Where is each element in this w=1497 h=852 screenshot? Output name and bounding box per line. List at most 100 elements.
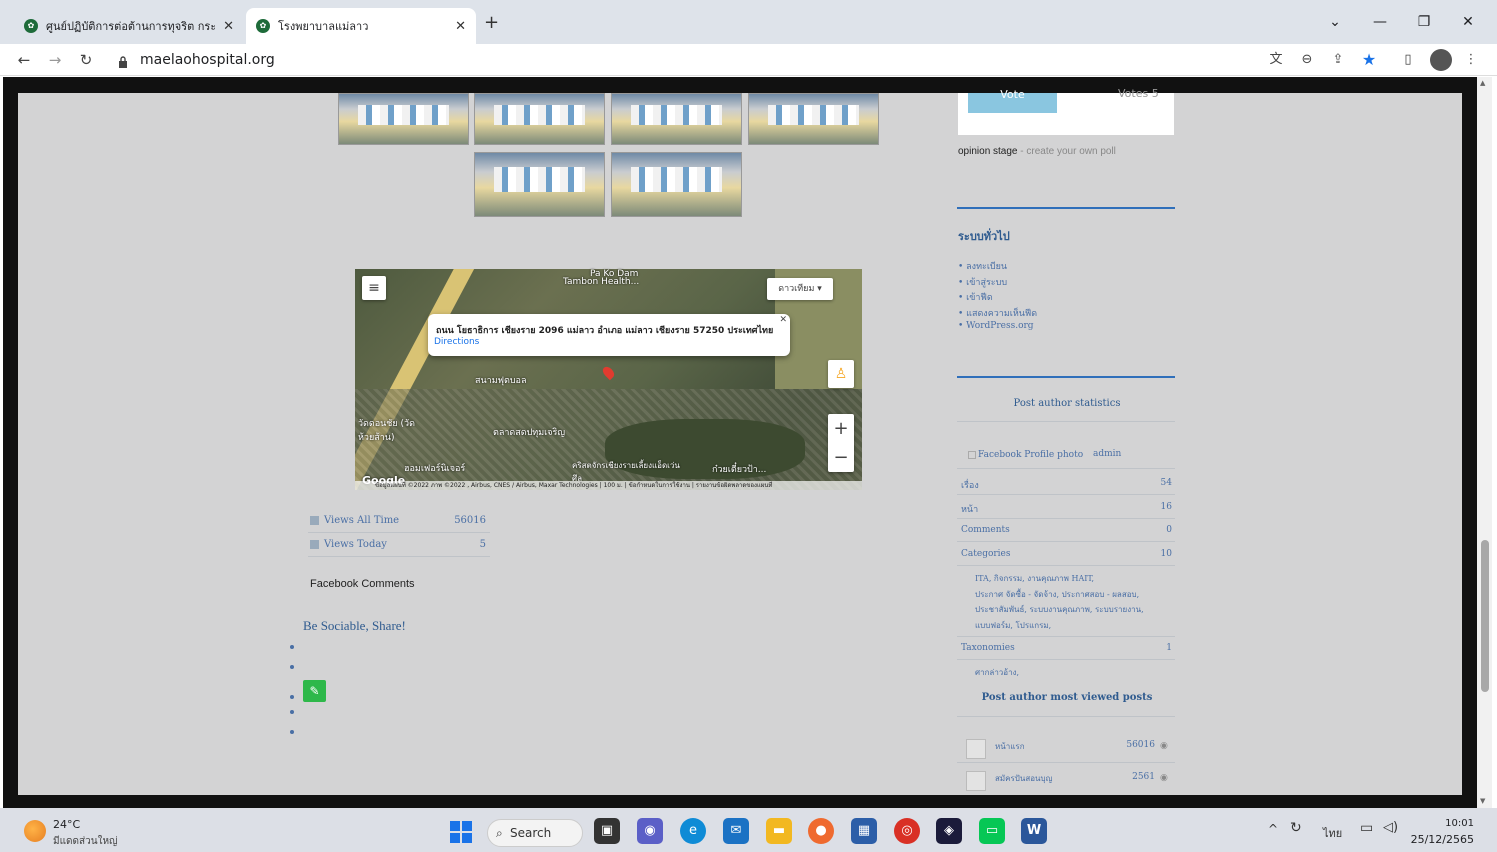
categories-line[interactable]: ประชาสัมพันธ์, ระบบงานคุณภาพ, ระบบรายงาน… bbox=[975, 603, 1175, 619]
line-app-icon[interactable]: ▭ bbox=[979, 818, 1005, 844]
map-zoom-control: + − bbox=[828, 414, 854, 472]
link-label: WordPress.org bbox=[966, 321, 1034, 331]
author-name-link[interactable]: admin bbox=[1093, 449, 1121, 459]
map-label: ฮอมเฟอร์นิเจอร์ bbox=[404, 464, 466, 474]
taxonomies-label: Taxonomies bbox=[961, 643, 1015, 653]
gallery-photo[interactable] bbox=[611, 152, 742, 217]
restore-icon[interactable]: ❐ bbox=[1402, 8, 1446, 36]
chrome-icon[interactable]: ◎ bbox=[894, 818, 920, 844]
scrollbar-track[interactable]: ▲ ▼ bbox=[1477, 77, 1492, 808]
categories-line[interactable]: ITA, กิจกรรม, งานคุณภาพ HAIT, bbox=[975, 572, 1175, 588]
opinion-stage-credit[interactable]: opinion stage - create your own poll bbox=[958, 146, 1116, 157]
tab-search-chevron-down-icon[interactable]: ⌄ bbox=[1313, 8, 1357, 36]
weather-sun-icon[interactable] bbox=[24, 820, 46, 842]
most-viewed-post-views: 2561 bbox=[1132, 772, 1155, 782]
tab-close-icon[interactable]: ✕ bbox=[223, 19, 234, 34]
weather-desc[interactable]: มีแดดส่วนใหญ่ bbox=[53, 834, 118, 849]
general-link-login[interactable]: • เข้าสู่ระบบ bbox=[958, 275, 1037, 291]
translate-icon[interactable]: 文 bbox=[1265, 49, 1287, 71]
categories-line[interactable]: ประกาศ จัดซื้อ - จัดจ้าง, ประกาศสอบ - ผล… bbox=[975, 588, 1175, 604]
share-icon[interactable]: ⇪ bbox=[1327, 49, 1349, 71]
popup-close-icon[interactable]: ✕ bbox=[779, 315, 787, 325]
input-language[interactable]: ไทย bbox=[1323, 824, 1342, 842]
scroll-up-arrow-icon[interactable]: ▲ bbox=[1480, 79, 1485, 87]
teams-chat-icon[interactable]: ◉ bbox=[637, 818, 663, 844]
stat-label: Comments bbox=[961, 525, 1010, 535]
stat-label: Categories bbox=[961, 549, 1011, 559]
minimize-icon[interactable]: — bbox=[1358, 8, 1402, 36]
scroll-down-arrow-icon[interactable]: ▼ bbox=[1480, 797, 1485, 805]
close-window-icon[interactable]: ✕ bbox=[1446, 8, 1490, 36]
categories-list: ITA, กิจกรรม, งานคุณภาพ HAIT, ประกาศ จัด… bbox=[975, 572, 1175, 634]
general-link-register[interactable]: • ลงทะเบียน bbox=[958, 259, 1037, 275]
side-panel-icon[interactable]: ▯ bbox=[1397, 49, 1419, 71]
clock-time[interactable]: 10:01 bbox=[1410, 818, 1474, 829]
divider bbox=[957, 636, 1175, 637]
back-icon[interactable]: ← bbox=[12, 48, 36, 72]
new-tab-button[interactable]: + bbox=[484, 12, 499, 33]
tab-close-icon[interactable]: ✕ bbox=[455, 19, 466, 34]
most-viewed-post-title[interactable]: หน้าแรก bbox=[995, 740, 1025, 753]
weather-temp[interactable]: 24°C bbox=[53, 818, 80, 831]
forward-icon[interactable]: → bbox=[43, 48, 67, 72]
word-icon[interactable]: W bbox=[1021, 818, 1047, 844]
categories-line[interactable]: แบบฟอร์ม, โปรแกรม, bbox=[975, 619, 1175, 635]
gallery-photo[interactable] bbox=[748, 93, 879, 145]
divider bbox=[308, 556, 490, 557]
share-list-bullet bbox=[290, 730, 294, 734]
profile-avatar[interactable] bbox=[1430, 49, 1452, 71]
zoom-in-icon[interactable]: + bbox=[828, 414, 854, 443]
volume-icon[interactable]: ◁) bbox=[1383, 820, 1398, 835]
popup-address: ถนน โยธาธิการ เชียงราย 2096 แม่ลาว อำเภอ… bbox=[436, 326, 774, 336]
stat-value: 10 bbox=[1160, 549, 1172, 559]
taxonomies-terms[interactable]: ศากล่าวอ้าง, bbox=[975, 666, 1019, 679]
gallery-photo[interactable] bbox=[611, 93, 742, 145]
most-viewed-post-title[interactable]: สมัครปันสอนบุญ bbox=[995, 772, 1052, 785]
site-favicon-icon: ✿ bbox=[24, 19, 38, 33]
vote-button[interactable]: Vote bbox=[968, 89, 1057, 113]
map-menu-icon[interactable]: ≡ bbox=[362, 276, 386, 300]
directions-link[interactable]: Directions bbox=[434, 337, 479, 347]
teams-icon[interactable]: ◈ bbox=[936, 818, 962, 844]
bookmark-star-icon[interactable]: ★ bbox=[1358, 49, 1380, 71]
sync-icon[interactable]: ↻ bbox=[1290, 820, 1302, 836]
general-link-feed[interactable]: • เข้าฟีด bbox=[958, 290, 1037, 306]
gallery-photo[interactable] bbox=[474, 152, 605, 217]
most-viewed-post-views: 56016 bbox=[1126, 740, 1155, 750]
store-icon[interactable]: ▦ bbox=[851, 818, 877, 844]
pin-share-icon[interactable]: ✎ bbox=[303, 680, 326, 702]
map-attribution[interactable]: ข้อมูลแผนที่ ©2022 ภาพ ©2022 , Airbus, C… bbox=[355, 481, 862, 490]
file-explorer-icon[interactable]: ▬ bbox=[766, 818, 792, 844]
scrollbar-thumb[interactable] bbox=[1481, 540, 1489, 692]
clock-date[interactable]: 25/12/2565 bbox=[1410, 833, 1474, 846]
windows-start-icon[interactable] bbox=[450, 821, 472, 843]
map-label: Tambon Health... bbox=[563, 277, 640, 287]
chart-bar-icon bbox=[310, 516, 319, 525]
opinion-stage-text: - create your own poll bbox=[1017, 146, 1116, 157]
edge-icon[interactable]: e bbox=[680, 818, 706, 844]
reload-icon[interactable]: ↻ bbox=[74, 48, 98, 72]
firefox-icon[interactable]: ● bbox=[808, 818, 834, 844]
zoom-icon[interactable]: ⊖ bbox=[1296, 49, 1318, 71]
tab-maelao-hospital[interactable]: ✿ โรงพยาบาลแม่ลาว ✕ bbox=[246, 8, 476, 44]
street-view-pegman-icon[interactable]: ♙ bbox=[828, 360, 854, 388]
general-link-comments-feed[interactable]: • แสดงความเห็นฟีด bbox=[958, 306, 1037, 322]
tab-anticorruption[interactable]: ✿ ศูนย์ปฏิบัติการต่อต้านการทุจริต กระทรว… bbox=[14, 8, 244, 44]
gallery-photo[interactable] bbox=[338, 93, 469, 145]
mail-icon[interactable]: ✉ bbox=[723, 818, 749, 844]
post-thumbnail[interactable] bbox=[966, 739, 986, 759]
address-bar[interactable]: maelaohospital.org bbox=[140, 49, 275, 71]
zoom-out-icon[interactable]: − bbox=[828, 443, 854, 472]
show-hidden-icons-chevron-up-icon[interactable]: ^ bbox=[1268, 822, 1278, 836]
network-icon[interactable]: ▭ bbox=[1360, 820, 1373, 836]
post-thumbnail[interactable] bbox=[966, 771, 986, 791]
task-view-icon[interactable]: ▣ bbox=[594, 818, 620, 844]
section-divider bbox=[957, 376, 1175, 378]
menu-kebab-icon[interactable]: ⋮ bbox=[1460, 49, 1482, 71]
site-favicon-icon: ✿ bbox=[256, 19, 270, 33]
map-type-select[interactable]: ดาวเทียม ▾ bbox=[767, 278, 833, 300]
general-link-wordpress[interactable]: • WordPress.org bbox=[958, 321, 1037, 337]
taskbar-search-box[interactable]: ⌕ Search bbox=[487, 819, 583, 847]
votes-count: Votes 5 bbox=[1118, 87, 1159, 100]
gallery-photo[interactable] bbox=[474, 93, 605, 145]
